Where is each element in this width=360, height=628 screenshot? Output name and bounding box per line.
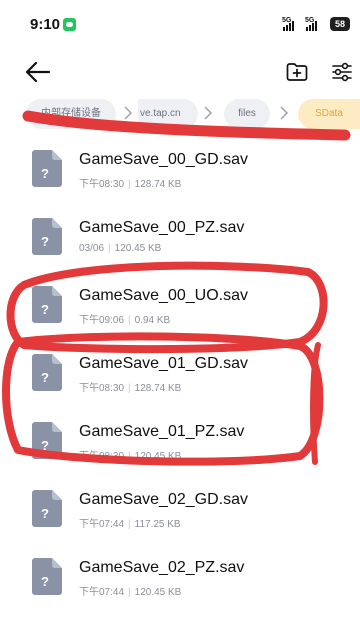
svg-text:?: ? <box>41 438 49 453</box>
unknown-file-icon: ? <box>32 422 62 459</box>
file-name: GameSave_01_PZ.sav <box>79 423 245 440</box>
svg-text:?: ? <box>41 370 49 385</box>
file-size: 120.45 KB <box>134 451 182 462</box>
status-bar: 9:10 5G 5G 58 <box>0 0 360 50</box>
file-date: 03/06 <box>79 243 105 254</box>
file-date: 下午07:44 <box>79 587 125 598</box>
file-list: ? GameSave_00_GD.sav 下午08:30 | 128.74 KB ?… <box>0 138 360 614</box>
file-meta: 下午08:30 | 128.74 KB <box>79 383 182 394</box>
file-name: GameSave_01_GD.sav <box>79 355 248 372</box>
arrow-left-icon[interactable] <box>24 58 52 86</box>
chevron-right-icon <box>280 106 289 120</box>
battery-indicator: 58 <box>330 17 350 31</box>
file-row[interactable]: ? GameSave_00_UO.sav 下午09:06 | 0.94 KB <box>0 274 360 342</box>
file-meta: 下午07:44 | 117.25 KB <box>79 519 181 530</box>
unknown-file-icon: ? <box>32 150 62 187</box>
svg-text:?: ? <box>41 234 49 249</box>
unknown-file-icon: ? <box>32 490 62 527</box>
file-size: 128.74 KB <box>134 179 182 190</box>
file-name: GameSave_00_PZ.sav <box>79 219 245 236</box>
file-row[interactable]: ? GameSave_02_GD.sav 下午07:44 | 117.25 KB <box>0 478 360 546</box>
file-row[interactable]: ? GameSave_00_PZ.sav 03/06 | 120.45 KB <box>0 206 360 274</box>
file-row[interactable]: ? GameSave_01_GD.sav 下午08:30 | 128.74 KB <box>0 342 360 410</box>
breadcrumb-item-sdata[interactable]: SData <box>298 99 360 129</box>
file-size: 120.45 KB <box>134 587 182 598</box>
file-name: GameSave_00_UO.sav <box>79 287 248 304</box>
breadcrumb-item-files[interactable]: files <box>224 99 270 129</box>
file-meta: 下午09:06 | 0.94 KB <box>79 315 171 326</box>
file-size: 117.25 KB <box>134 519 181 530</box>
chevron-right-icon <box>124 106 133 120</box>
file-name: GameSave_02_PZ.sav <box>79 559 245 576</box>
file-date: 下午09:06 <box>79 315 125 326</box>
file-meta: 下午08:30 | 120.45 KB <box>79 451 182 462</box>
file-meta: 下午07:44 | 120.45 KB <box>79 587 182 598</box>
breadcrumb-item-package[interactable]: ve.tap.cn <box>138 99 198 129</box>
file-size: 128.74 KB <box>134 383 182 394</box>
svg-text:?: ? <box>41 574 49 589</box>
file-date: 下午08:30 <box>79 451 125 462</box>
file-meta: 03/06 | 120.45 KB <box>79 243 162 254</box>
clock: 9:10 <box>30 16 61 33</box>
file-row[interactable]: ? GameSave_01_PZ.sav 下午08:30 | 120.45 KB <box>0 410 360 478</box>
signal-bars-1-icon <box>283 19 294 31</box>
file-date: 下午08:30 <box>79 383 125 394</box>
file-date: 下午07:44 <box>79 519 125 530</box>
breadcrumb-item-internal-storage[interactable]: 内部存储设备 <box>26 99 116 129</box>
file-size: 120.45 KB <box>114 243 162 254</box>
file-name: GameSave_02_GD.sav <box>79 491 248 508</box>
folder-plus-icon[interactable] <box>285 60 309 84</box>
unknown-file-icon: ? <box>32 354 62 391</box>
file-meta: 下午08:30 | 128.74 KB <box>79 179 182 190</box>
file-name: GameSave_00_GD.sav <box>79 151 248 168</box>
breadcrumb: 内部存储设备 ve.tap.cn files SData <box>0 97 360 133</box>
wechat-notification-icon <box>63 18 76 31</box>
svg-text:?: ? <box>41 302 49 317</box>
file-row[interactable]: ? GameSave_00_GD.sav 下午08:30 | 128.74 KB <box>0 138 360 206</box>
file-date: 下午08:30 <box>79 179 125 190</box>
file-row[interactable]: ? GameSave_02_PZ.sav 下午07:44 | 120.45 KB <box>0 546 360 614</box>
signal-bars-2-icon <box>306 19 317 31</box>
svg-text:?: ? <box>41 506 49 521</box>
unknown-file-icon: ? <box>32 218 62 255</box>
file-size: 0.94 KB <box>134 315 171 326</box>
chevron-right-icon <box>204 106 213 120</box>
svg-text:?: ? <box>41 166 49 181</box>
unknown-file-icon: ? <box>32 286 62 323</box>
unknown-file-icon: ? <box>32 558 62 595</box>
sliders-icon[interactable] <box>330 60 354 84</box>
